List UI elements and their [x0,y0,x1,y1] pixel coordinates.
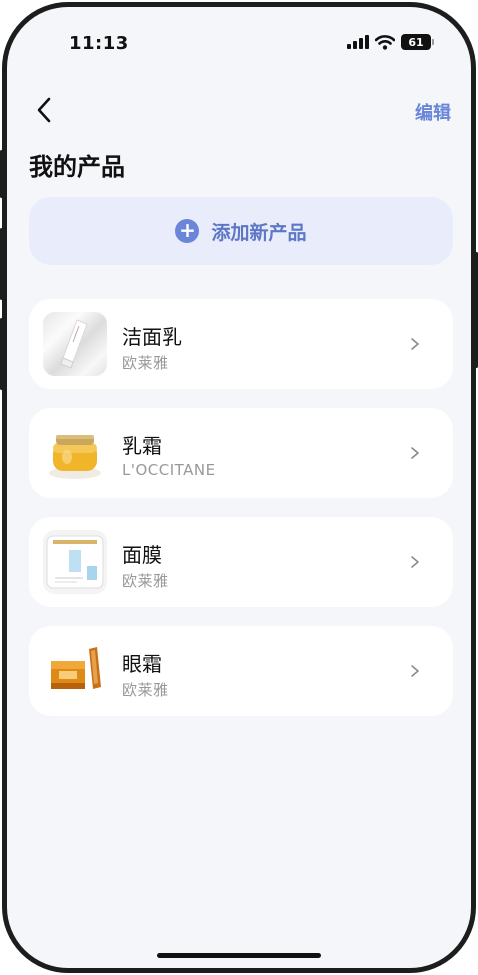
product-thumbnail [43,639,107,703]
product-thumbnail [43,312,107,376]
home-indicator[interactable] [157,953,321,958]
product-thumbnail [43,530,107,594]
product-list: 洁面乳 欧莱雅 乳霜 L'OCCITANE 面膜 欧莱雅 眼霜 欧莱雅 [29,299,453,735]
cleanser-tube-image [60,319,88,369]
phone-frame: 11:13 61 编辑 我的产品 + 添加新产品 洁面乳 欧莱雅 乳霜 L'OC… [2,2,476,973]
face-mask-pack-image [46,535,104,589]
product-brand: 欧莱雅 [122,681,169,699]
plus-circle-icon: + [175,219,200,243]
product-brand: L'OCCITANE [122,461,216,479]
chevron-left-icon [37,97,51,123]
edit-button[interactable]: 编辑 [415,99,451,125]
product-brand: 欧莱雅 [122,354,169,372]
battery-icon: 61 [401,34,434,50]
product-name: 乳霜 [122,434,162,458]
chevron-right-icon [411,338,419,350]
product-name: 洁面乳 [122,325,182,349]
battery-level: 61 [408,35,424,49]
chevron-right-icon [411,556,419,568]
product-name: 眼霜 [122,652,162,676]
back-button[interactable] [29,95,59,125]
wifi-icon [375,34,395,50]
product-card[interactable]: 乳霜 L'OCCITANE [29,408,453,498]
product-card[interactable]: 面膜 欧莱雅 [29,517,453,607]
product-card[interactable]: 眼霜 欧莱雅 [29,626,453,716]
status-bar: 11:13 61 [7,7,471,67]
add-product-label: 添加新产品 [211,221,307,244]
product-card[interactable]: 洁面乳 欧莱雅 [29,299,453,389]
cream-jar-image [49,435,101,479]
product-thumbnail [43,421,107,485]
status-time: 11:13 [69,33,129,54]
add-product-button[interactable]: + 添加新产品 [29,197,453,265]
product-brand: 欧莱雅 [122,572,169,590]
cellular-signal-icon [347,35,369,49]
chevron-right-icon [411,665,419,677]
chevron-right-icon [411,447,419,459]
product-name: 面膜 [122,543,162,567]
page-title: 我的产品 [29,153,125,181]
status-icons: 61 [347,34,434,50]
eye-cream-jar-image [51,647,101,689]
